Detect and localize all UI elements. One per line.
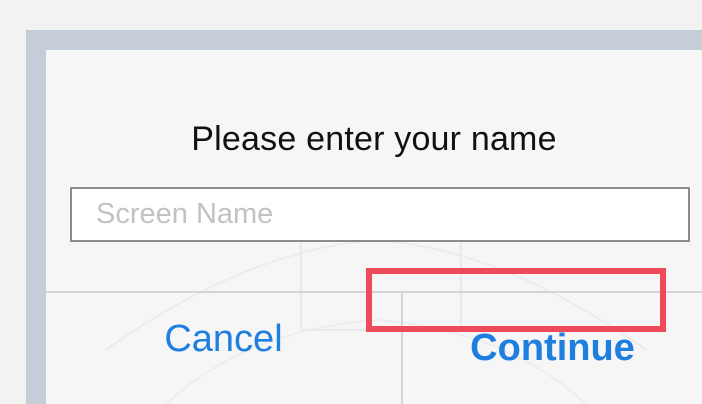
screen-name-input[interactable] — [70, 187, 690, 242]
continue-button[interactable]: Continue — [403, 293, 702, 404]
dialog-title: Please enter your name — [191, 120, 557, 158]
dialog-frame: Please enter your name Cancel Continue — [26, 30, 702, 404]
cancel-button-label: Cancel — [164, 317, 283, 360]
continue-button-label: Continue — [470, 327, 635, 369]
cancel-button[interactable]: Cancel — [46, 293, 401, 404]
name-prompt-dialog: Please enter your name Cancel Continue — [46, 50, 702, 404]
